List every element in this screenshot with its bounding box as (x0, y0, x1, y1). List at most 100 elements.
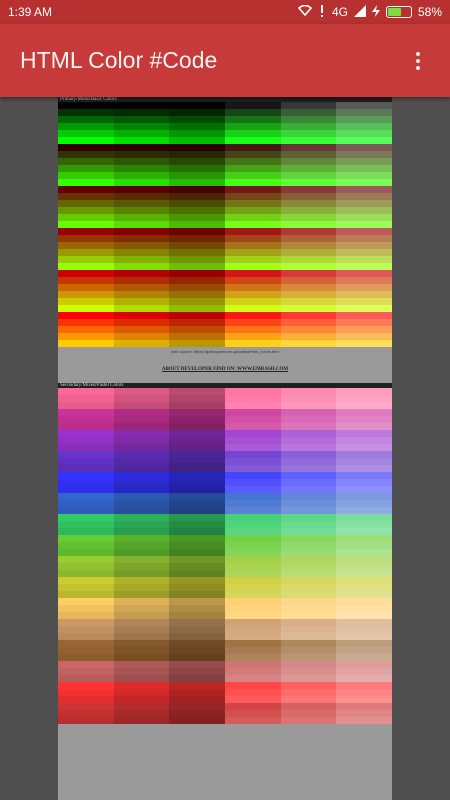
battery-level (387, 8, 401, 16)
color-swatch (58, 137, 114, 144)
color-swatch (280, 472, 337, 479)
color-swatch (336, 340, 392, 347)
color-swatch (169, 151, 225, 158)
color-swatch (336, 200, 392, 207)
developer-link[interactable]: ABOUT DEVELOPER FIND ON: WWW.EMRASH.COM (58, 357, 392, 383)
battery-icon (385, 6, 412, 18)
color-swatch (336, 228, 392, 235)
color-swatch (58, 340, 114, 347)
color-swatch (169, 647, 225, 654)
color-swatch (336, 172, 392, 179)
color-swatch (280, 647, 337, 654)
color-swatch (113, 689, 170, 696)
color-swatch (113, 465, 170, 472)
color-swatch (113, 263, 170, 270)
color-swatch (169, 500, 225, 507)
color-swatch (225, 675, 281, 682)
color-swatch (169, 340, 225, 347)
color-swatch (280, 242, 337, 249)
color-swatch (113, 228, 170, 235)
color-swatch (225, 577, 281, 584)
color-swatch (336, 298, 392, 305)
color-swatch (280, 500, 337, 507)
color-swatch (58, 333, 114, 340)
color-swatch (336, 249, 392, 256)
color-swatch (113, 430, 170, 437)
sim-alert-icon (318, 4, 326, 20)
color-swatch (225, 340, 281, 347)
webview-content[interactable]: Primary/Mono/Basic Colors web source: ht… (0, 97, 450, 800)
color-swatch (58, 549, 114, 556)
color-swatch (58, 479, 114, 486)
color-swatch (225, 179, 281, 186)
color-swatch (58, 584, 114, 591)
color-swatch (113, 605, 170, 612)
color-swatch (280, 305, 337, 312)
color-swatch (225, 263, 281, 270)
color-swatch (113, 256, 170, 263)
color-swatch (336, 319, 392, 326)
color-swatch (113, 549, 170, 556)
color-swatch (336, 465, 392, 472)
color-swatch (336, 109, 392, 116)
overflow-menu-icon[interactable] (406, 49, 430, 73)
color-swatch (336, 221, 392, 228)
color-swatch (169, 619, 225, 626)
color-chart-page: Primary/Mono/Basic Colors web source: ht… (58, 97, 392, 800)
color-swatch (225, 326, 281, 333)
color-swatch (225, 193, 281, 200)
color-swatch (336, 619, 392, 626)
color-swatch (280, 123, 337, 130)
color-swatch (169, 319, 225, 326)
color-swatch (336, 507, 392, 514)
color-swatch (280, 710, 337, 717)
color-swatch (58, 423, 114, 430)
color-swatch (336, 256, 392, 263)
color-swatch (113, 577, 170, 584)
color-swatch (336, 514, 392, 521)
color-swatch (280, 340, 337, 347)
color-swatch (336, 116, 392, 123)
color-swatch (336, 675, 392, 682)
color-swatch (58, 249, 114, 256)
color-swatch (225, 514, 281, 521)
color-swatch (113, 319, 170, 326)
color-swatch (336, 654, 392, 661)
color-swatch (113, 584, 170, 591)
color-swatch (280, 507, 337, 514)
color-swatch (58, 577, 114, 584)
color-swatch (225, 437, 281, 444)
color-swatch (58, 612, 114, 619)
color-swatch (336, 186, 392, 193)
color-swatch (58, 123, 114, 130)
color-swatch (225, 542, 281, 549)
color-swatch (113, 116, 170, 123)
color-swatch (113, 123, 170, 130)
color-swatch (336, 556, 392, 563)
secondary-color-table (58, 388, 392, 724)
color-swatch (336, 214, 392, 221)
color-swatch (225, 682, 281, 689)
color-swatch (169, 102, 225, 109)
color-swatch (58, 633, 114, 640)
color-swatch (58, 458, 114, 465)
color-swatch (169, 598, 225, 605)
color-swatch (225, 640, 281, 647)
color-swatch (58, 270, 114, 277)
color-swatch (169, 235, 225, 242)
color-swatch (113, 340, 170, 347)
color-swatch (280, 514, 337, 521)
color-swatch (280, 109, 337, 116)
color-swatch (58, 703, 114, 710)
color-swatch (58, 430, 114, 437)
color-swatch (225, 305, 281, 312)
color-swatch (225, 228, 281, 235)
color-swatch (336, 326, 392, 333)
color-swatch (280, 235, 337, 242)
color-swatch (280, 570, 337, 577)
color-swatch (280, 479, 337, 486)
color-swatch (58, 563, 114, 570)
color-swatch (225, 165, 281, 172)
color-swatch (58, 472, 114, 479)
color-swatch (169, 186, 225, 193)
